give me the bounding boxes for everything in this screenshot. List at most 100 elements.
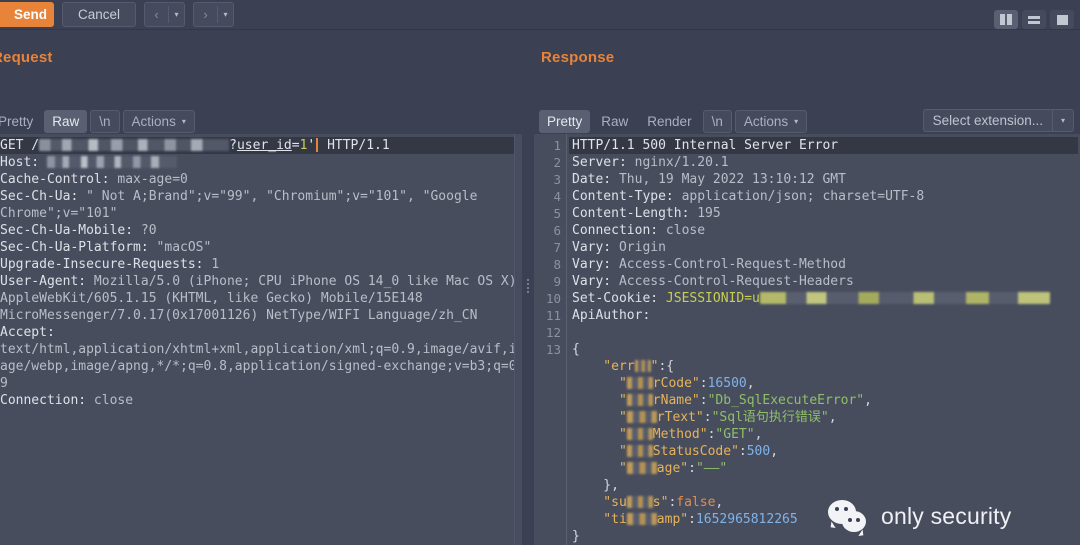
redacted-text [626, 411, 657, 423]
chevron-down-icon[interactable]: ▾ [218, 10, 233, 19]
code-line: Vary: Origin [572, 239, 1080, 256]
code-line: HTTP/1.1 500 Internal Server Error [569, 137, 1078, 154]
request-scrollbar[interactable] [514, 134, 522, 545]
code-line: Sec-Ch-Ua-Mobile: ?0 [0, 222, 522, 239]
response-editor[interactable]: 1 2 3 4 5 6 7 8 9 10 11 12 13 HTTP/1.1 500 Internal … [533, 134, 1080, 545]
code-token: , [746, 376, 755, 391]
code-token: :{ [658, 359, 675, 374]
chevron-down-icon[interactable]: ▾ [1052, 109, 1074, 132]
tab-label: Actions [131, 113, 176, 129]
line-number: 12 [545, 325, 561, 340]
redacted-text [634, 360, 651, 372]
code-token: Cache-Control: [0, 172, 118, 187]
code-token: max-age=0 [117, 172, 188, 187]
request-tab-raw[interactable]: Raw [44, 109, 88, 133]
code-token: 500 [746, 444, 771, 459]
workspace: Request Pretty Raw \n Actions ▾ GET /?user_i… [0, 30, 1080, 545]
code-token: "——" [695, 461, 728, 476]
code-token: "Db_SqlExecuteError" [707, 393, 865, 408]
line-number: 1 [553, 138, 561, 153]
code-line: GET / ?user_id=1' HTTP/1.1 [0, 137, 514, 154]
cancel-button[interactable]: Cancel [62, 2, 136, 27]
tab-label: \n [99, 113, 111, 129]
code-token: Date: [572, 172, 619, 187]
next-request-button[interactable]: › ▾ [193, 2, 234, 27]
code-token: Upgrade-Insecure-Requests: [0, 257, 212, 272]
code-line: Chrome";v="101" [0, 205, 522, 222]
code-token: : [699, 376, 708, 391]
layout-split-vertical-button[interactable] [994, 10, 1018, 29]
code-token: "GET" [715, 427, 755, 442]
code-line: " rName":"Db_SqlExecuteError", [572, 392, 1080, 409]
line-number: 9 [553, 274, 561, 289]
code-token: Access-Control-Request-Method [618, 257, 846, 272]
code-token: 16500 [707, 376, 747, 391]
code-token: "err [572, 359, 635, 374]
response-tab-render[interactable]: Render [639, 110, 699, 133]
layout-split-horizontal-button[interactable] [1022, 10, 1046, 29]
code-line: " Method":"GET", [572, 426, 1080, 443]
response-tab-pretty[interactable]: Pretty [539, 109, 591, 133]
code-line: MicroMessenger/7.0.17(0x17001126) NetTyp… [0, 307, 522, 324]
request-tab-n[interactable]: \n [90, 109, 120, 133]
code-token: " [572, 376, 627, 391]
response-tab-raw[interactable]: Raw [593, 110, 636, 133]
line-number: 7 [553, 240, 561, 255]
code-line: " rText":"Sql语句执行错误", [572, 409, 1080, 426]
code-token: "ti [572, 512, 627, 527]
code-token: " Not A;Brand";v="99", "Chromium";v="101… [86, 189, 478, 204]
tab-label: Actions [743, 113, 789, 129]
layout-mode-group [994, 10, 1074, 29]
code-token: Content-Length: [572, 206, 698, 221]
code-token: : [738, 444, 747, 459]
tab-label: Raw [52, 113, 80, 129]
chevron-down-icon[interactable]: ▾ [169, 10, 184, 19]
select-extension-label: Select extension... [922, 109, 1052, 132]
line-number [534, 460, 561, 477]
line-number [534, 358, 561, 375]
code-token: amp" [656, 512, 689, 527]
top-toolbar: Send Cancel ‹ ▾ › ▾ [0, 0, 1080, 30]
code-token: 1 [211, 257, 220, 272]
response-pane-title: Response [541, 49, 615, 66]
code-line: Accept: [0, 324, 522, 341]
single-pane-icon [1056, 14, 1068, 25]
code-line: Date: Thu, 19 May 2022 13:10:12 GMT [572, 171, 1080, 188]
code-line: ApiAuthor: [572, 307, 1080, 324]
code-token: }, [572, 478, 619, 493]
split-vertical-icon [1000, 14, 1012, 25]
line-number: 11 [545, 308, 561, 323]
request-tab-actions[interactable]: Actions ▾ [122, 109, 195, 133]
tab-label: \n [711, 113, 723, 129]
code-token: Accept: [0, 325, 55, 340]
response-tab-n[interactable]: \n [702, 109, 732, 133]
request-tab-bar: Pretty Raw \n Actions ▾ [0, 108, 198, 134]
code-token: rCode" [652, 376, 700, 391]
send-button[interactable]: Send [0, 2, 54, 27]
code-token: MicroMessenger/7.0.17(0x17001126) NetTyp… [0, 308, 478, 323]
code-token: : [688, 461, 696, 476]
code-token: user_id [236, 138, 292, 153]
request-pane-title: Request [0, 49, 53, 66]
response-tab-actions[interactable]: Actions ▾ [734, 109, 808, 133]
request-editor[interactable]: GET / ?user_id=1' HTTP/1.1 Host: Cache-Con… [0, 134, 522, 545]
tab-label: Pretty [0, 113, 34, 129]
previous-request-button[interactable]: ‹ ▾ [144, 2, 185, 27]
code-token: "su [572, 495, 627, 510]
request-tab-pretty[interactable]: Pretty [0, 110, 41, 133]
select-extension-dropdown[interactable]: Select extension... ▾ [922, 109, 1074, 132]
code-token: JSESSIONID=u [665, 291, 760, 306]
code-token: ?0 [140, 223, 157, 238]
pane-resize-handle[interactable] [525, 279, 530, 293]
code-token: : [688, 512, 696, 527]
line-number [534, 494, 561, 511]
code-token: User-Agent: [0, 274, 94, 289]
redacted-text [626, 394, 653, 406]
layout-single-pane-button[interactable] [1050, 10, 1074, 29]
code-token: 9 [0, 376, 8, 391]
code-token: close [665, 223, 706, 238]
redacted-text [626, 462, 657, 474]
code-token: , [770, 444, 779, 459]
chevron-right-icon: › [203, 7, 208, 22]
